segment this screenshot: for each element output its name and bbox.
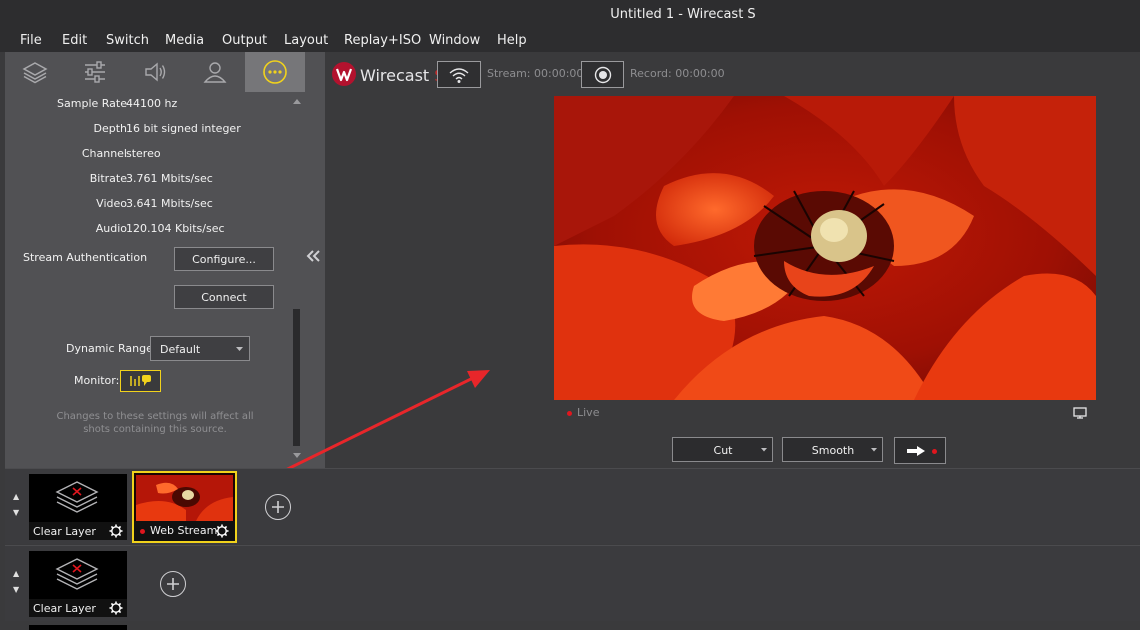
prop-label-bitrate: Bitrate (89, 172, 127, 185)
prop-value-video: 3.641 Mbits/sec (126, 197, 213, 210)
menu-replay-iso[interactable]: Replay+ISO (344, 33, 421, 48)
transition-cut-label: Cut (713, 444, 733, 457)
layer-reorder-arrows[interactable]: ▲ ▼ (13, 566, 19, 598)
menu-window[interactable]: Window (429, 33, 480, 48)
window-title: Untitled 1 - Wirecast S (610, 7, 756, 22)
connect-button[interactable]: Connect (174, 285, 274, 309)
tab-layers[interactable] (5, 52, 65, 92)
configure-button[interactable]: Configure... (174, 247, 274, 271)
prop-label-sample-rate: Sample Rate (57, 97, 127, 110)
gear-icon[interactable] (109, 601, 123, 615)
menu-layout[interactable]: Layout (284, 33, 328, 48)
transition-smooth-select[interactable]: Smooth (782, 437, 883, 462)
dynamic-range-label: Dynamic Range: (66, 342, 157, 355)
live-dot-icon (567, 410, 572, 416)
prop-value-audio: 120.104 Kbits/sec (126, 222, 225, 235)
go-arrow-icon (907, 446, 925, 456)
menu-switch[interactable]: Switch (106, 33, 149, 48)
transition-smooth-label: Smooth (811, 444, 855, 457)
menu-bar: File Edit Switch Media Output Layout Rep… (0, 30, 1140, 52)
menu-edit[interactable]: Edit (62, 33, 87, 48)
flower-video-image (554, 96, 1096, 400)
menu-file[interactable]: File (20, 33, 42, 48)
chevron-down-icon (871, 448, 877, 452)
settings-hint: Changes to these settings will affect al… (56, 411, 254, 435)
monitor-label: Monitor: (74, 374, 120, 387)
chevron-down-icon (761, 448, 767, 452)
menu-help[interactable]: Help (497, 33, 527, 48)
app-window: Untitled 1 - Wirecast S File Edit Switch… (0, 0, 1140, 630)
add-shot-button[interactable] (265, 494, 291, 520)
clear-layer-icon (55, 558, 99, 590)
go-button[interactable] (894, 437, 946, 464)
live-preview (554, 96, 1096, 400)
live-indicator: Live (567, 406, 599, 419)
layers-panel: ▲ ▼ Clear Layer Web Stream ▲ ▼ Clear Layer (0, 468, 1140, 630)
go-live-dot-icon (932, 449, 937, 454)
gear-icon[interactable] (109, 524, 123, 538)
layer-row-2: ▲ ▼ Clear Layer (5, 545, 1140, 621)
chevron-down-icon (236, 347, 243, 351)
next-layer-shot (29, 625, 127, 630)
tab-user[interactable] (185, 52, 245, 92)
prop-value-channel: stereo (126, 147, 161, 160)
layer-row-1: ▲ ▼ Clear Layer Web Stream (5, 468, 1140, 544)
move-up-icon[interactable]: ▲ (13, 489, 19, 505)
stream-auth-label: Stream Authentication (23, 251, 148, 264)
speaker-icon (145, 62, 166, 82)
prop-label-audio: Audio (95, 222, 127, 235)
menu-output[interactable]: Output (222, 33, 267, 48)
transition-cut-select[interactable]: Cut (672, 437, 773, 462)
dynamic-range-select[interactable]: Default (150, 336, 250, 361)
shot-clear-layer[interactable]: Clear Layer (29, 551, 127, 617)
layer-reorder-arrows[interactable]: ▲ ▼ (13, 489, 19, 521)
layers-icon (22, 62, 48, 84)
monitor-audio-icon (130, 375, 151, 386)
plus-icon (272, 501, 284, 513)
prop-label-depth: Depth (93, 122, 127, 135)
live-text: Live (577, 406, 600, 419)
monitor-output-icon[interactable] (1073, 407, 1087, 419)
tab-settings[interactable] (65, 52, 125, 92)
web-stream-thumbnail (136, 475, 233, 521)
brand-name: Wirecast S (360, 66, 444, 85)
shot-label-text: Web Stream (150, 524, 218, 537)
more-icon (263, 60, 287, 84)
user-icon (203, 62, 227, 83)
prop-label-channel: Channel (81, 147, 127, 160)
dynamic-range-value: Default (160, 343, 201, 356)
stream-timer: Stream: 00:00:00 (487, 67, 584, 80)
wirecast-logo-icon (332, 62, 356, 86)
stream-button[interactable] (437, 61, 481, 88)
prop-value-sample-rate: 44100 hz (126, 97, 178, 110)
record-icon (594, 66, 611, 83)
prop-label-video: Video (96, 197, 127, 210)
move-up-icon[interactable]: ▲ (13, 566, 19, 582)
wifi-broadcast-icon (449, 67, 469, 83)
gear-icon[interactable] (215, 524, 229, 538)
live-dot-icon (140, 528, 145, 534)
title-bar: Untitled 1 - Wirecast S (0, 0, 1140, 30)
move-down-icon[interactable]: ▼ (13, 582, 19, 598)
shot-web-stream[interactable]: Web Stream (132, 471, 237, 543)
sliders-icon (85, 61, 105, 83)
brand-text: Wirecast (360, 66, 430, 85)
add-shot-button[interactable] (160, 571, 186, 597)
move-down-icon[interactable]: ▼ (13, 505, 19, 521)
record-button[interactable] (581, 61, 624, 88)
tab-more[interactable] (245, 52, 305, 92)
prop-value-depth: 16 bit signed integer (126, 122, 241, 135)
prop-value-bitrate: 3.761 Mbits/sec (126, 172, 213, 185)
menu-media[interactable]: Media (165, 33, 204, 48)
panel-tabs (5, 52, 325, 92)
clear-layer-icon (55, 481, 99, 513)
scroll-up-icon[interactable] (292, 97, 302, 105)
record-timer: Record: 00:00:00 (630, 67, 725, 80)
collapse-panel-icon[interactable] (305, 249, 321, 263)
monitor-button[interactable] (120, 370, 161, 392)
plus-icon (167, 578, 179, 590)
tab-audio[interactable] (125, 52, 185, 92)
shot-clear-layer[interactable]: Clear Layer (29, 474, 127, 540)
